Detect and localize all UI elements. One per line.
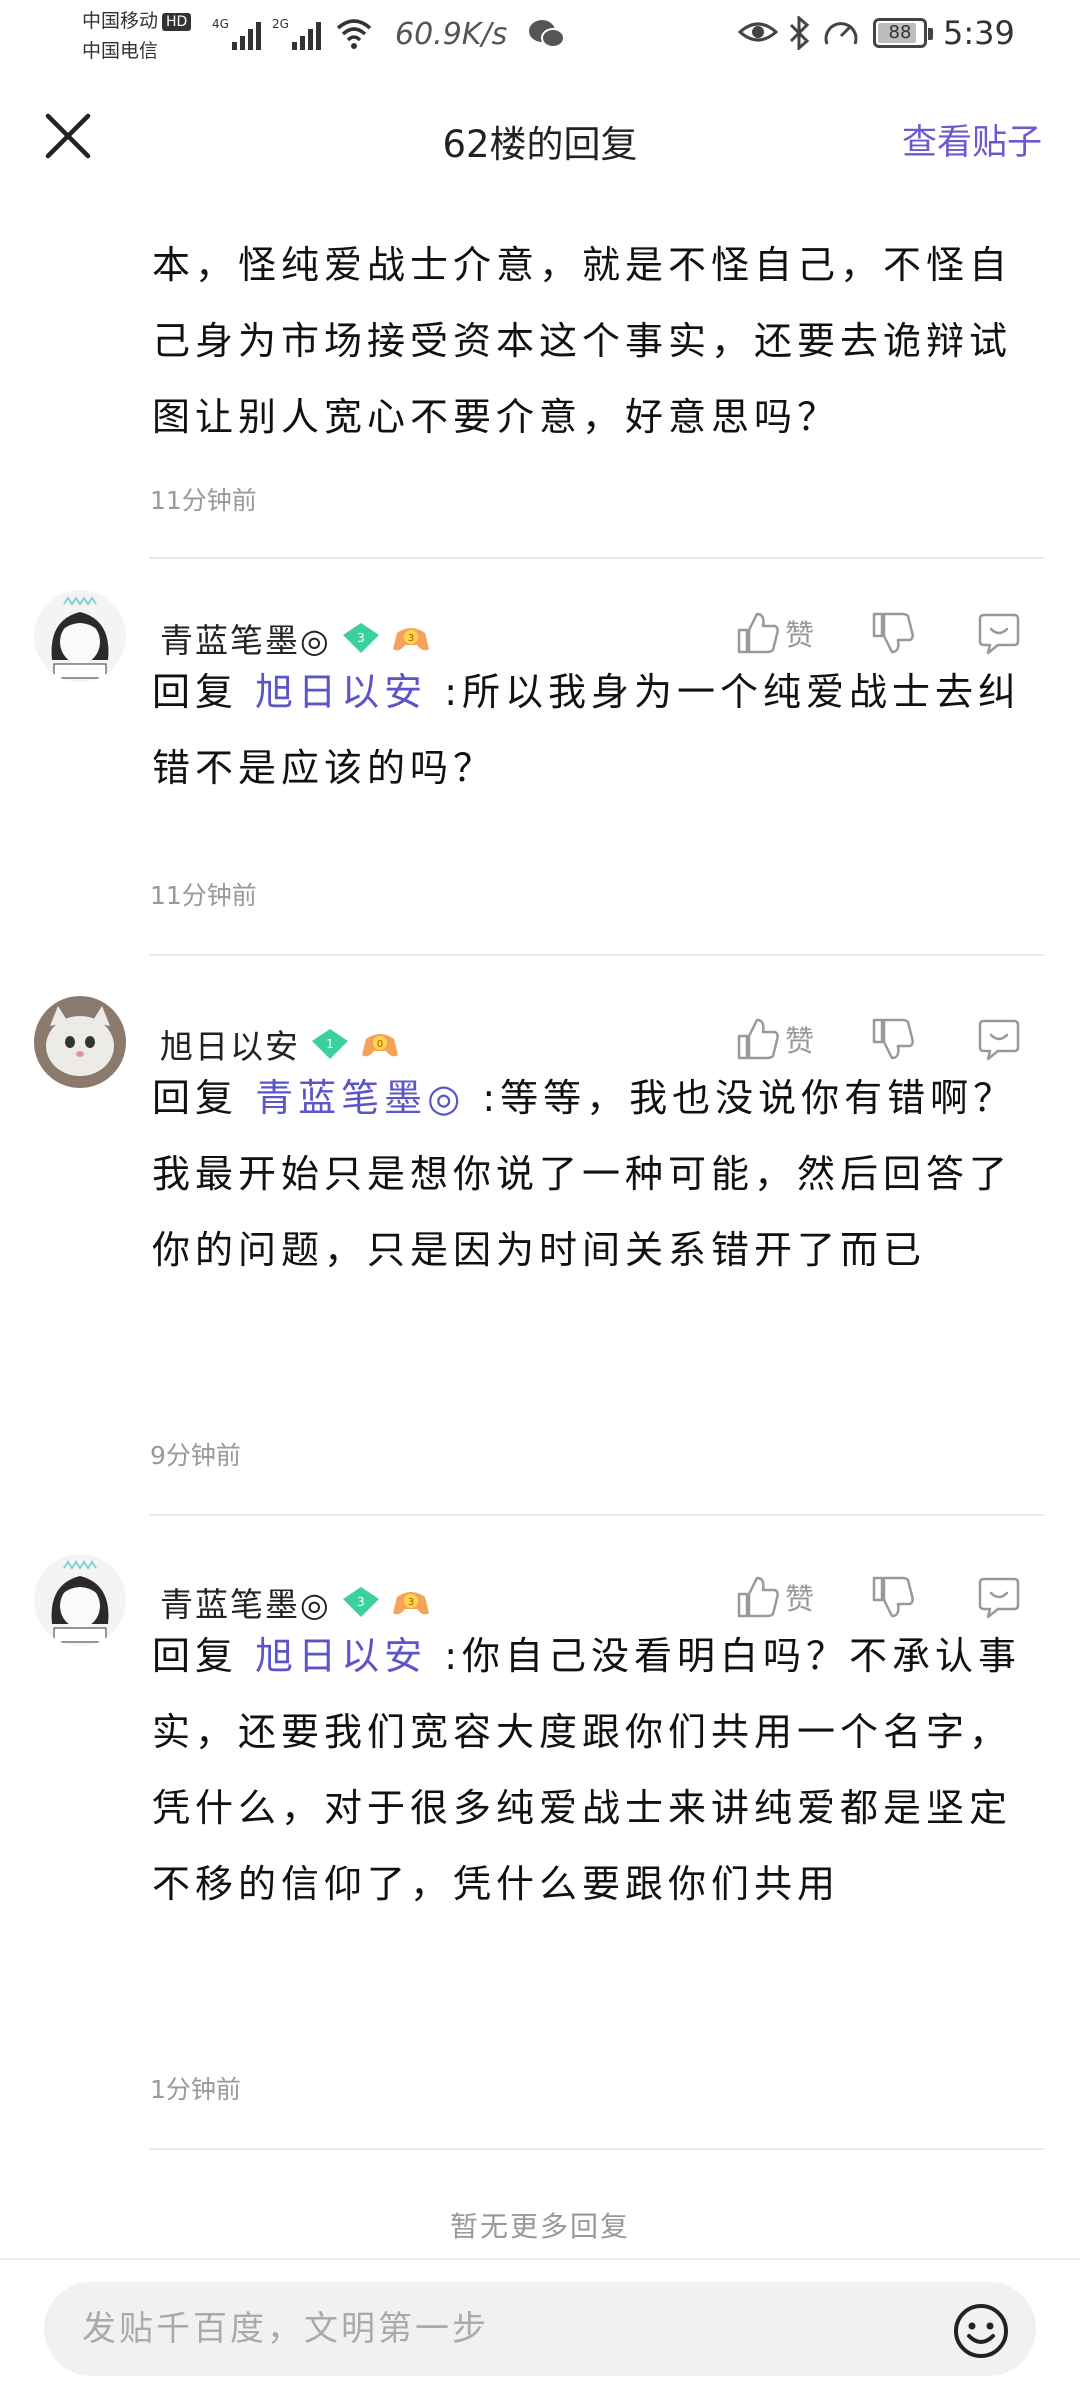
reply-prefix: 回复 bbox=[152, 1076, 239, 1120]
speed-mode-icon bbox=[824, 22, 858, 45]
game-badge-icon: 0 bbox=[360, 1027, 400, 1061]
comment-time: 11分钟前 bbox=[150, 486, 257, 515]
network-speed: 60.9K/s bbox=[395, 17, 508, 52]
avatar[interactable] bbox=[34, 590, 126, 682]
like-label: 赞 bbox=[785, 618, 815, 652]
status-bar: 中国移动 HD 中国电信 4G 2G 60.9K/s 88 5:39 bbox=[0, 0, 1080, 80]
reply-input[interactable]: 发贴千百度，文明第一步 bbox=[44, 2282, 1036, 2376]
top-comment: 本，怪纯爱战士介意，就是不怪自己，不怪自己身为市场接受资本这个事实，还要去诡辩试… bbox=[0, 190, 1080, 560]
reply-text: 回复 旭日以安 :所以我身为一个纯爱战士去纠错不是应该的吗？ bbox=[152, 654, 1042, 806]
wifi-icon bbox=[336, 19, 372, 49]
avatar[interactable] bbox=[34, 996, 126, 1088]
dislike-button[interactable] bbox=[870, 1016, 914, 1062]
thumbs-up-icon bbox=[737, 612, 779, 654]
like-button[interactable]: 赞 bbox=[735, 1574, 814, 1620]
avatar-girl-icon bbox=[34, 590, 126, 682]
reply-prefix: 回复 bbox=[152, 670, 239, 714]
mention-link[interactable]: 青蓝笔墨◎ bbox=[255, 1076, 465, 1120]
comment-button[interactable] bbox=[976, 611, 1022, 655]
reply-actions: 赞 bbox=[735, 610, 1022, 656]
reply-text: 回复 旭日以安 :你自己没看明白吗？不承认事实，还要我们宽容大度跟你们共用一个名… bbox=[152, 1618, 1042, 1922]
badge-value: 0 bbox=[377, 1039, 383, 1050]
reply-prefix: 回复 bbox=[152, 1634, 239, 1678]
thumbs-up-icon bbox=[737, 1576, 779, 1618]
hd-badge: HD bbox=[162, 12, 192, 31]
reply-text: 回复 青蓝笔墨◎ :等等，我也没说你有错啊？我最开始只是想你说了一种可能，然后回… bbox=[152, 1060, 1042, 1288]
like-button[interactable]: 赞 bbox=[735, 1016, 814, 1062]
reply-time: 9分钟前 bbox=[150, 1441, 241, 1470]
battery-level-label: 88 bbox=[888, 22, 912, 43]
avatar-girl-icon bbox=[34, 1554, 126, 1646]
divider bbox=[150, 557, 1044, 559]
emoji-icon[interactable] bbox=[952, 2302, 1010, 2360]
mention-link[interactable]: 旭日以安 bbox=[255, 1634, 427, 1678]
comment-icon bbox=[978, 613, 1020, 655]
comment-icon bbox=[978, 1577, 1020, 1619]
thumbs-down-icon bbox=[872, 1576, 914, 1618]
reply-actions: 赞 bbox=[735, 1016, 1022, 1062]
badge-value: 3 bbox=[408, 1597, 414, 1608]
carrier-1: 中国移动 bbox=[82, 10, 159, 32]
signal-4g-icon: 4G bbox=[212, 17, 261, 50]
comment-button[interactable] bbox=[976, 1017, 1022, 1061]
net2-label: 2G bbox=[272, 17, 289, 31]
signal-2g-icon: 2G bbox=[272, 17, 321, 50]
battery-icon: 88 bbox=[873, 18, 933, 48]
reply-time: 11分钟前 bbox=[150, 881, 257, 910]
dislike-button[interactable] bbox=[870, 1574, 914, 1620]
divider bbox=[150, 1514, 1044, 1516]
clipped-line bbox=[152, 164, 1042, 234]
avatar[interactable] bbox=[34, 1554, 126, 1646]
level-badge-icon: 3 bbox=[341, 621, 381, 655]
comment-button[interactable] bbox=[976, 1575, 1022, 1619]
game-badge-icon: 3 bbox=[391, 1585, 431, 1619]
no-more-replies: 暂无更多回复 bbox=[449, 2210, 630, 2243]
mention-link[interactable]: 旭日以安 bbox=[255, 670, 427, 714]
game-badge-icon: 3 bbox=[391, 621, 431, 655]
like-button[interactable]: 赞 bbox=[735, 610, 814, 656]
comment-text: 本，怪纯爱战士介意，就是不怪自己，不怪自己身为市场接受资本这个事实，还要去诡辩试… bbox=[152, 243, 1013, 439]
bottom-bar: 发贴千百度，文明第一步 bbox=[0, 2258, 1080, 2402]
reply-time: 1分钟前 bbox=[150, 2075, 241, 2104]
like-label: 赞 bbox=[785, 1024, 815, 1058]
wechat-icon bbox=[529, 20, 565, 48]
avatar-cat-icon bbox=[34, 996, 126, 1088]
level-value: 1 bbox=[326, 1037, 334, 1051]
bluetooth-icon bbox=[789, 16, 810, 50]
clock: 5:39 bbox=[943, 14, 1015, 52]
level-value: 3 bbox=[357, 1595, 365, 1609]
dislike-button[interactable] bbox=[870, 610, 914, 656]
thumbs-up-icon bbox=[737, 1018, 779, 1060]
divider bbox=[150, 2148, 1044, 2150]
thumbs-down-icon bbox=[872, 1018, 914, 1060]
like-label: 赞 bbox=[785, 1582, 815, 1616]
badge-value: 3 bbox=[408, 633, 414, 644]
carrier-info: 中国移动 HD 中国电信 bbox=[82, 6, 192, 66]
level-value: 3 bbox=[357, 631, 365, 645]
level-badge-icon: 3 bbox=[341, 1585, 381, 1619]
reply-actions: 赞 bbox=[735, 1574, 1022, 1620]
view-post-link[interactable]: 查看贴子 bbox=[902, 114, 1042, 165]
eye-icon bbox=[738, 22, 778, 42]
comment-icon bbox=[978, 1019, 1020, 1061]
divider bbox=[150, 954, 1044, 956]
net1-label: 4G bbox=[212, 17, 229, 31]
thumbs-down-icon bbox=[872, 612, 914, 654]
carrier-2: 中国电信 bbox=[82, 40, 159, 62]
level-badge-icon: 1 bbox=[310, 1027, 350, 1061]
